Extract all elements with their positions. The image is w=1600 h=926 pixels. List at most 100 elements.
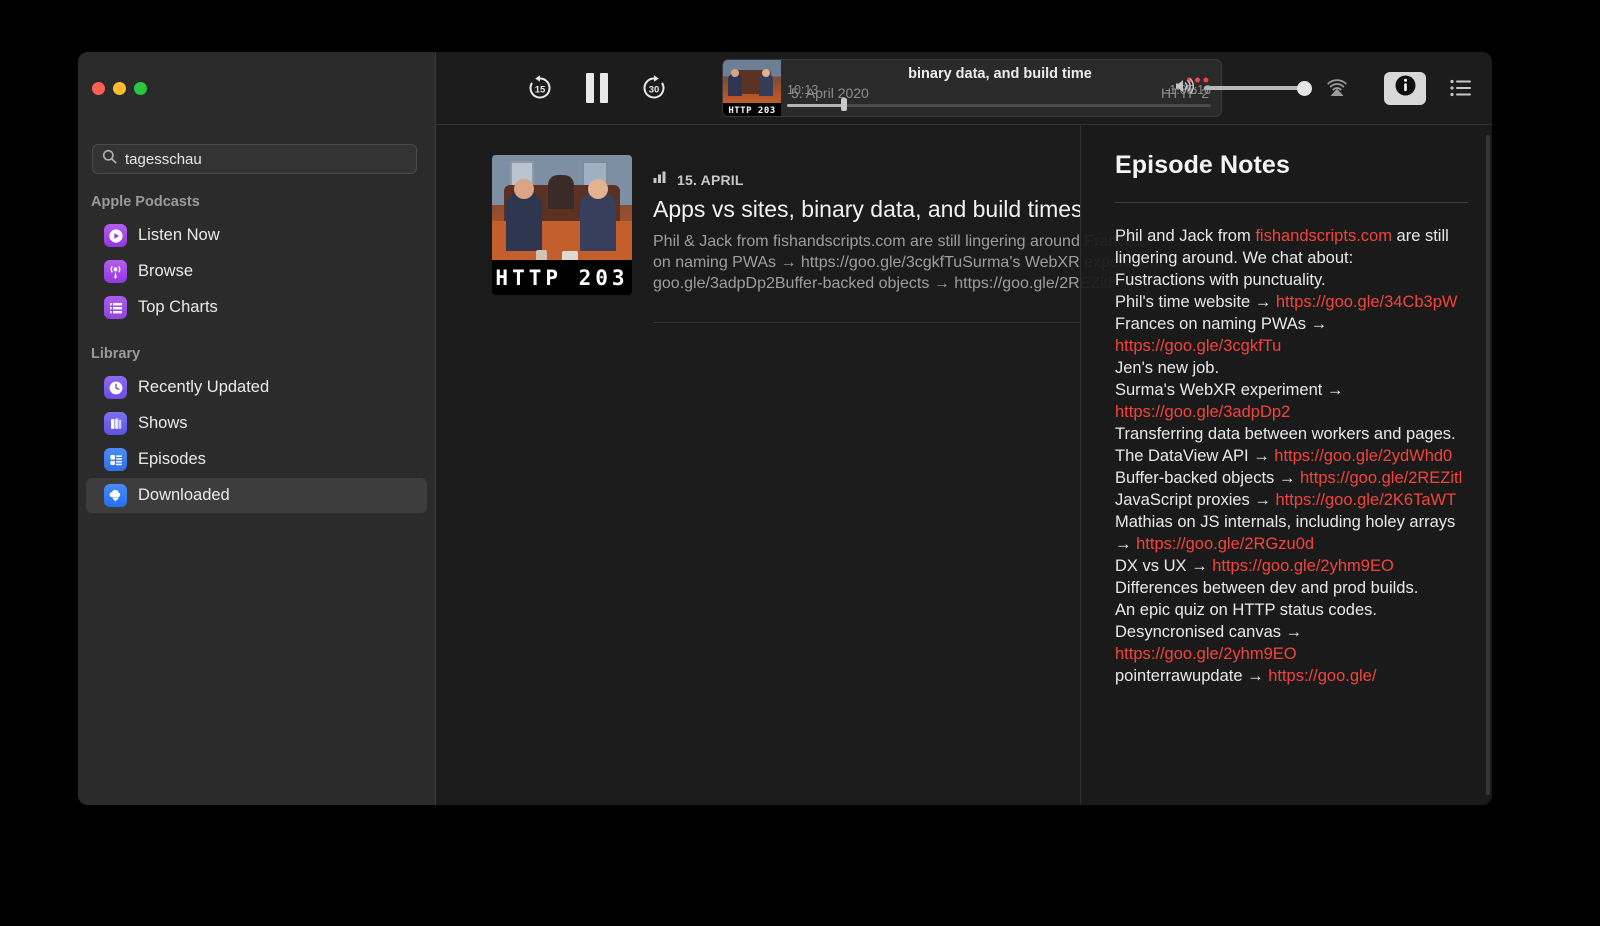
svg-text:30: 30 xyxy=(649,85,660,96)
sidebar-section-library: Library xyxy=(91,346,141,362)
episode-notes-body: Phil and Jack from fishandscripts.com ar… xyxy=(1115,225,1468,687)
minimize-window-button[interactable] xyxy=(113,82,126,95)
podcasts-window: 15 30 HTTP 203 binary data, and build ti… xyxy=(78,52,1492,805)
notes-text: Fustractions with punctuality. xyxy=(1115,271,1326,289)
episode-notes-line: The DataView API → https://goo.gle/2ydWh… xyxy=(1115,445,1468,467)
notes-text: Differences between dev and prod builds. xyxy=(1115,579,1419,597)
airplay-icon[interactable] xyxy=(1322,73,1352,103)
sidebar-item-label: Browse xyxy=(138,262,194,280)
notes-text: The DataView API → xyxy=(1115,447,1275,465)
notes-text: Phil and Jack from xyxy=(1115,227,1256,245)
speaker-wave-icon[interactable] xyxy=(1174,77,1195,100)
notes-text: Jen's new job. xyxy=(1115,359,1220,377)
pause-icon[interactable] xyxy=(580,71,614,105)
notes-link[interactable]: https://goo.gle/2yhm9EO xyxy=(1115,645,1297,663)
notes-text: Phil's time website → xyxy=(1115,293,1276,311)
chart-list-icon xyxy=(104,296,127,319)
sidebar-item-label: Top Charts xyxy=(138,298,218,316)
cloud-download-icon xyxy=(104,484,127,507)
clock-icon xyxy=(104,376,127,399)
now-playing-title: binary data, and build time xyxy=(908,66,1092,82)
episode-notes-line: pointerrawupdate → https://goo.gle/ xyxy=(1115,665,1468,687)
notes-link[interactable]: https://goo.gle/2REZitl xyxy=(1300,469,1462,487)
episode-notes-line: Buffer-backed objects → https://goo.gle/… xyxy=(1115,467,1468,489)
books-icon xyxy=(104,412,127,435)
sidebar-item-label: Shows xyxy=(138,414,188,432)
toolbar: 15 30 HTTP 203 binary data, and build ti… xyxy=(78,52,1492,125)
notes-text: Transferring data between workers and pa… xyxy=(1115,425,1456,443)
episode-date: 15. APRIL xyxy=(677,172,744,188)
right-toolbar-controls xyxy=(1174,52,1476,124)
equalizer-icon xyxy=(653,171,669,189)
notes-text: Desyncronised canvas → xyxy=(1115,623,1307,641)
episode-notes-line: Desyncronised canvas → https://goo.gle/2… xyxy=(1115,621,1468,665)
search-input-value: tagesschau xyxy=(125,150,202,168)
episode-notes-line: Surma's WebXR experiment → https://goo.g… xyxy=(1115,379,1468,423)
close-window-button[interactable] xyxy=(92,82,105,95)
scrubber-track[interactable] xyxy=(787,104,1211,107)
sidebar-item-shows[interactable]: Shows xyxy=(86,406,427,441)
sidebar-item-listen-now[interactable]: Listen Now xyxy=(86,218,427,253)
notes-link[interactable]: https://goo.gle/2K6TaWT xyxy=(1275,491,1456,509)
now-playing-times: 10:13 -1:05:16 xyxy=(787,83,1211,97)
sidebar-toolbar-region xyxy=(78,52,436,124)
elapsed-time: 10:13 xyxy=(787,83,819,97)
episode-notes-divider xyxy=(1115,202,1468,203)
notes-link[interactable]: fishandscripts.com xyxy=(1255,227,1392,245)
notes-text: JavaScript proxies → xyxy=(1115,491,1276,509)
scrubber-fill xyxy=(787,104,845,107)
main-content: HTTP 203 15. APRIL Apps vs sites, binary… xyxy=(437,125,1492,805)
forward-30-icon[interactable]: 30 xyxy=(637,71,671,105)
now-playing-scrubber[interactable]: 10:13 -1:05:16 xyxy=(787,83,1211,111)
info-button[interactable] xyxy=(1384,71,1426,105)
episode-notes-line: Differences between dev and prod builds. xyxy=(1115,577,1468,599)
notes-scrollbar[interactable] xyxy=(1486,135,1490,795)
episode-notes-line: An epic quiz on HTTP status codes. xyxy=(1115,599,1468,621)
sidebar-section-apple-podcasts: Apple Podcasts xyxy=(91,194,200,210)
episode-notes-line: DX vs UX → https://goo.gle/2yhm9EO xyxy=(1115,555,1468,577)
episode-notes-line: JavaScript proxies → https://goo.gle/2K6… xyxy=(1115,489,1468,511)
sidebar-item-label: Listen Now xyxy=(138,226,220,244)
notes-link[interactable]: https://goo.gle/2yhm9EO xyxy=(1212,557,1394,575)
svg-text:15: 15 xyxy=(535,85,546,96)
episode-notes-line: Jen's new job. xyxy=(1115,357,1468,379)
notes-link[interactable]: https://goo.gle/3adpDp2 xyxy=(1115,403,1290,421)
scrubber-knob[interactable] xyxy=(841,98,848,111)
notes-text: Frances on naming PWAs → xyxy=(1115,315,1332,333)
maximize-window-button[interactable] xyxy=(134,82,147,95)
sidebar: tagesschau Apple Podcasts Listen Now Bro… xyxy=(78,124,436,805)
volume-slider[interactable] xyxy=(1204,81,1312,96)
sidebar-item-downloaded[interactable]: Downloaded xyxy=(86,478,427,513)
notes-link[interactable]: https://goo.gle/ xyxy=(1268,667,1376,685)
queue-list-icon[interactable] xyxy=(1446,73,1476,103)
sidebar-item-episodes[interactable]: Episodes xyxy=(86,442,427,477)
broadcast-icon xyxy=(104,260,127,283)
search-input[interactable]: tagesschau xyxy=(92,144,417,174)
notes-text: An epic quiz on HTTP status codes. xyxy=(1115,601,1377,619)
episode-notes-title: Episode Notes xyxy=(1115,151,1290,179)
notes-link[interactable]: https://goo.gle/2RGzu0d xyxy=(1136,535,1314,553)
rewind-15-icon[interactable]: 15 xyxy=(523,71,557,105)
notes-text: DX vs UX → xyxy=(1115,557,1213,575)
info-circle-icon xyxy=(1394,74,1417,102)
notes-text: pointerrawupdate → xyxy=(1115,667,1269,685)
sidebar-item-browse[interactable]: Browse xyxy=(86,254,427,289)
now-playing-widget[interactable]: HTTP 203 binary data, and build time 5. … xyxy=(722,59,1222,117)
episode-notes-line: Frances on naming PWAs → https://goo.gle… xyxy=(1115,313,1468,357)
play-circle-icon xyxy=(104,224,127,247)
notes-link[interactable]: https://goo.gle/3cgkfTu xyxy=(1115,337,1281,355)
volume-control[interactable] xyxy=(1174,77,1312,100)
sidebar-item-label: Episodes xyxy=(138,450,206,468)
sidebar-item-label: Recently Updated xyxy=(138,378,270,396)
sidebar-item-label: Downloaded xyxy=(138,486,230,504)
sidebar-item-top-charts[interactable]: Top Charts xyxy=(86,290,427,325)
volume-slider-knob[interactable] xyxy=(1297,81,1312,96)
episode-notes-panel: Episode Notes Phil and Jack from fishand… xyxy=(1080,125,1492,805)
notes-link[interactable]: https://goo.gle/2ydWhd0 xyxy=(1274,447,1452,465)
search-icon xyxy=(102,149,117,169)
episode-notes-line: Mathias on JS internals, including holey… xyxy=(1115,511,1468,555)
episode-notes-line: Phil's time website → https://goo.gle/34… xyxy=(1115,291,1468,313)
sidebar-item-recently-updated[interactable]: Recently Updated xyxy=(86,370,427,405)
episode-notes-line: Fustractions with punctuality. xyxy=(1115,269,1468,291)
notes-link[interactable]: https://goo.gle/34Cb3pW xyxy=(1276,293,1458,311)
